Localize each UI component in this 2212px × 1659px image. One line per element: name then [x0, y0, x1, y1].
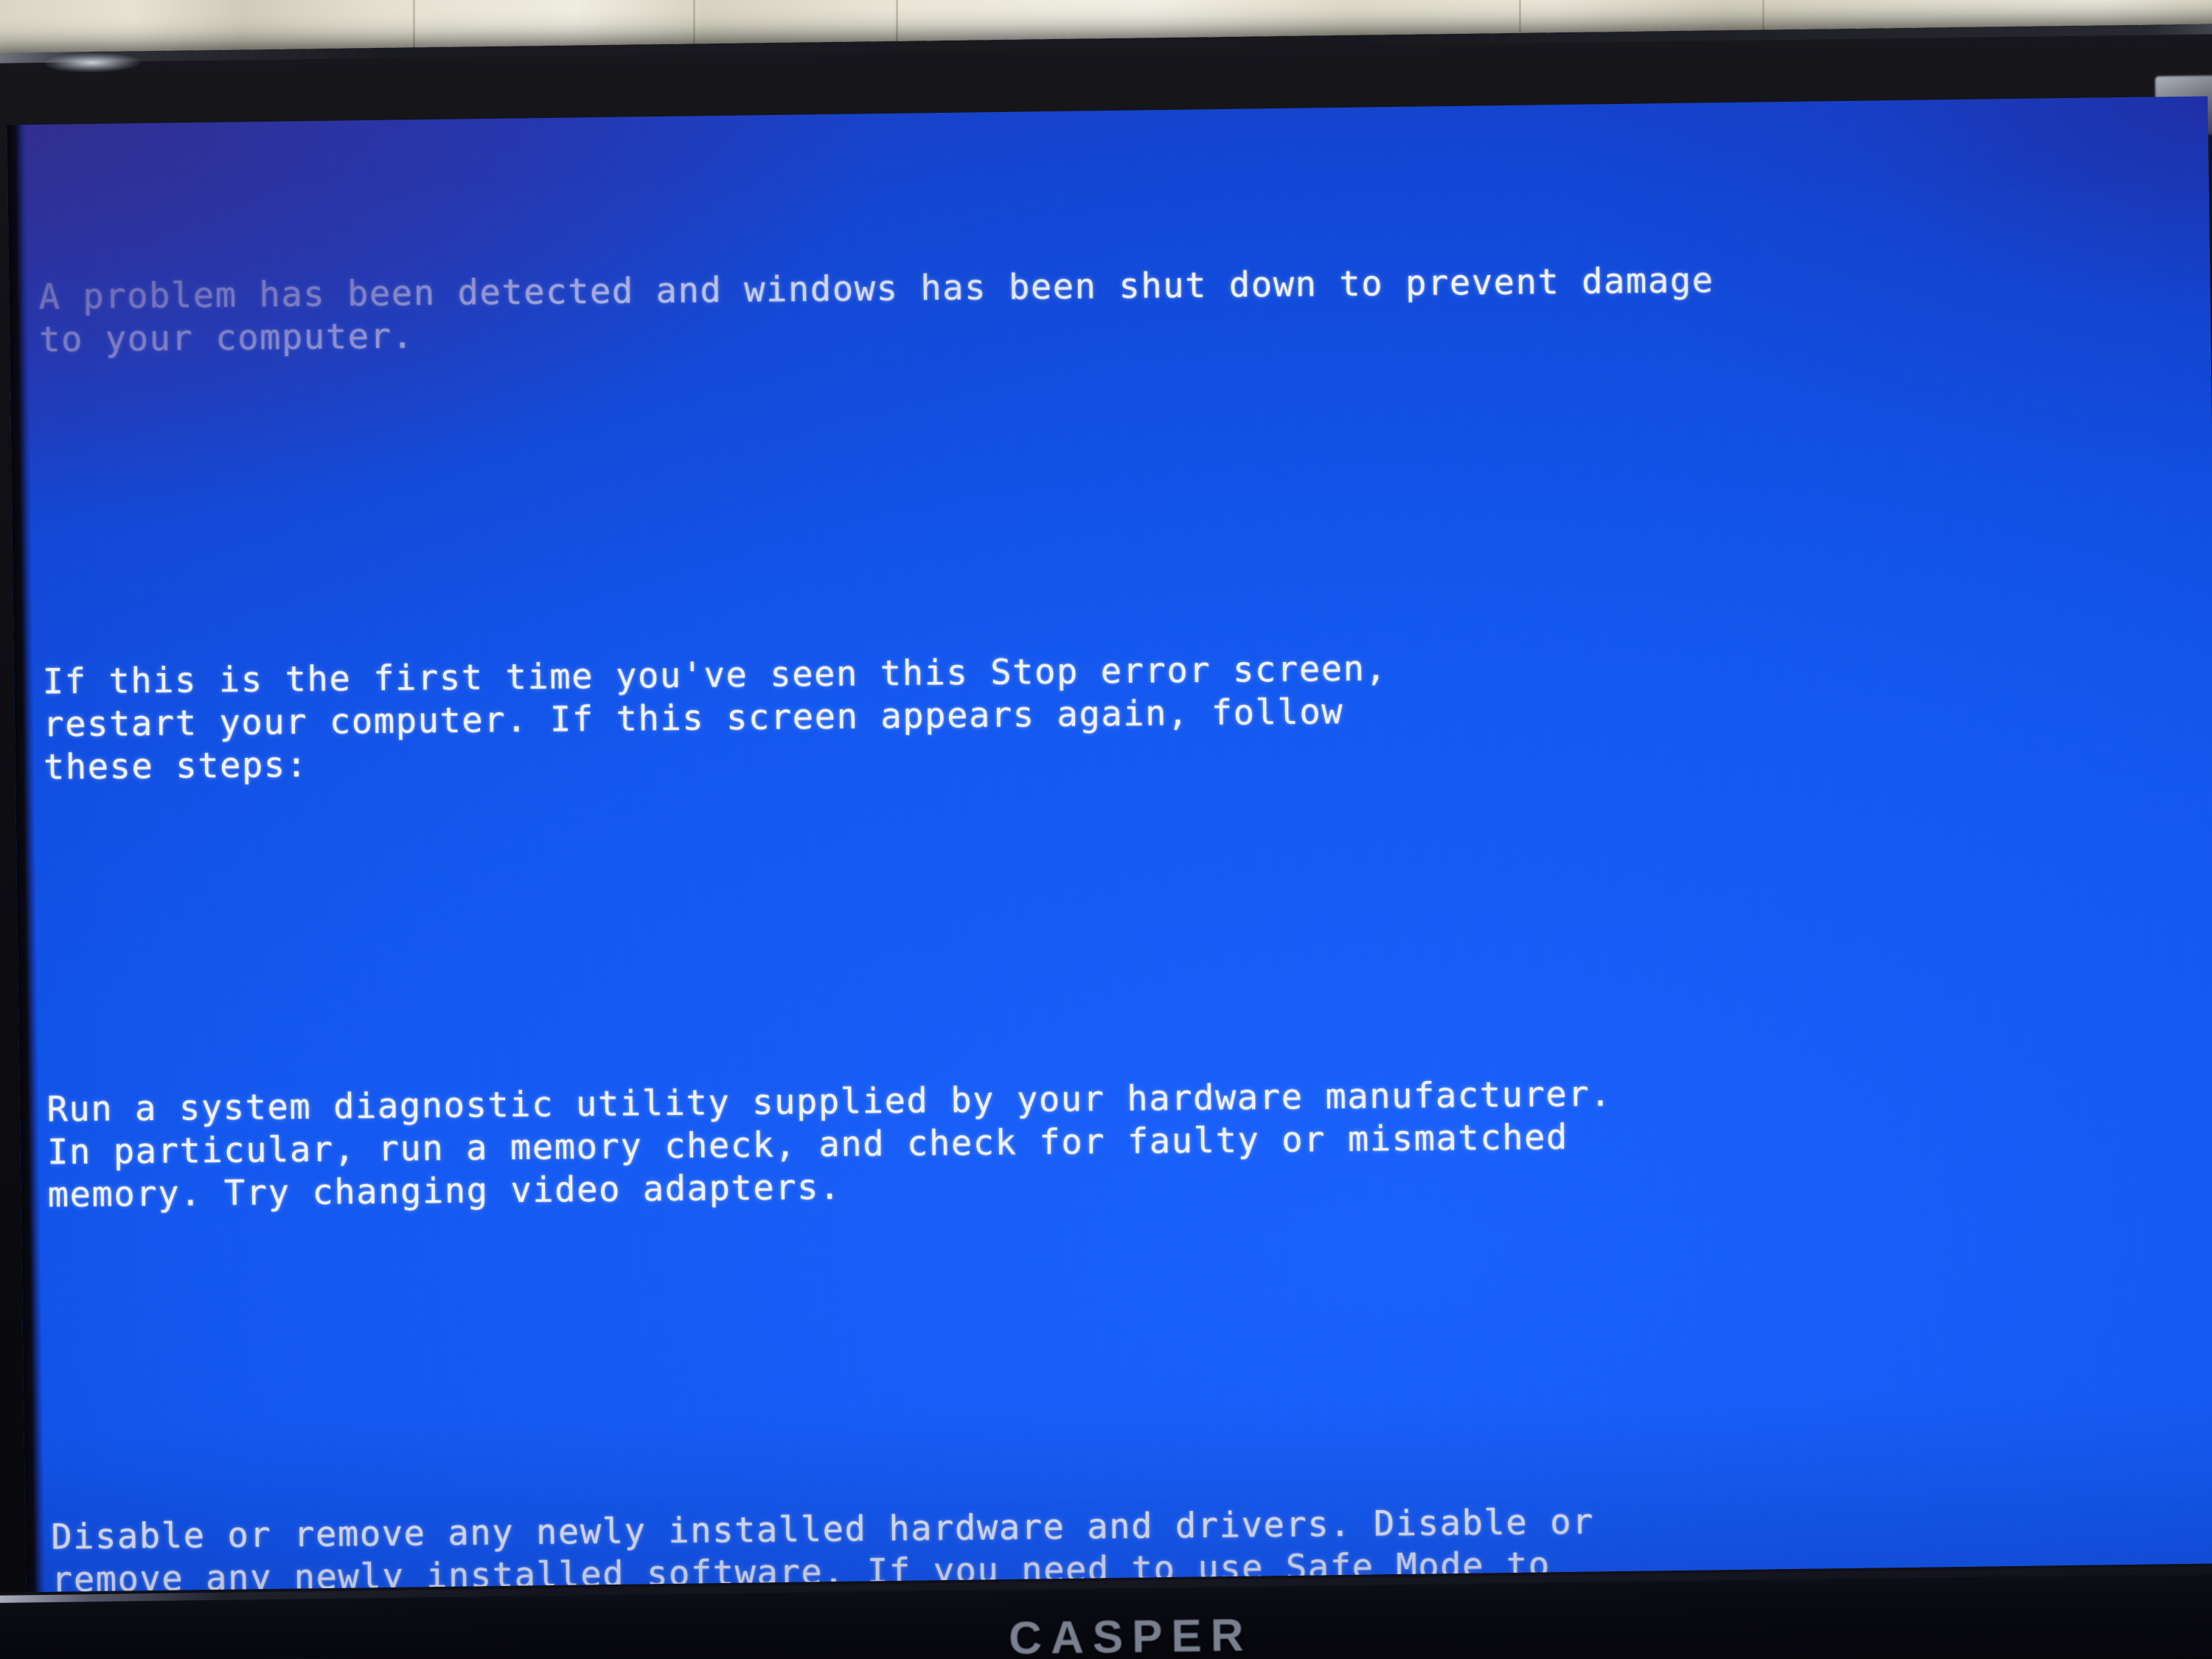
photograph-of-monitor: A problem has been detected and windows … [0, 0, 2212, 1659]
bezel-glare-spot [44, 52, 141, 73]
paragraph-diagnostics: Run a system diagnostic utility supplied… [46, 1067, 2208, 1217]
bsod-message-body: A problem has been detected and windows … [38, 126, 2212, 1593]
screen-bsod: A problem has been detected and windows … [7, 96, 2212, 1593]
monitor-chassis: A problem has been detected and windows … [0, 23, 2212, 1659]
paragraph-first-time: If this is the first time you've seen th… [42, 639, 2204, 789]
paragraph-intro: A problem has been detected and windows … [38, 254, 2199, 361]
